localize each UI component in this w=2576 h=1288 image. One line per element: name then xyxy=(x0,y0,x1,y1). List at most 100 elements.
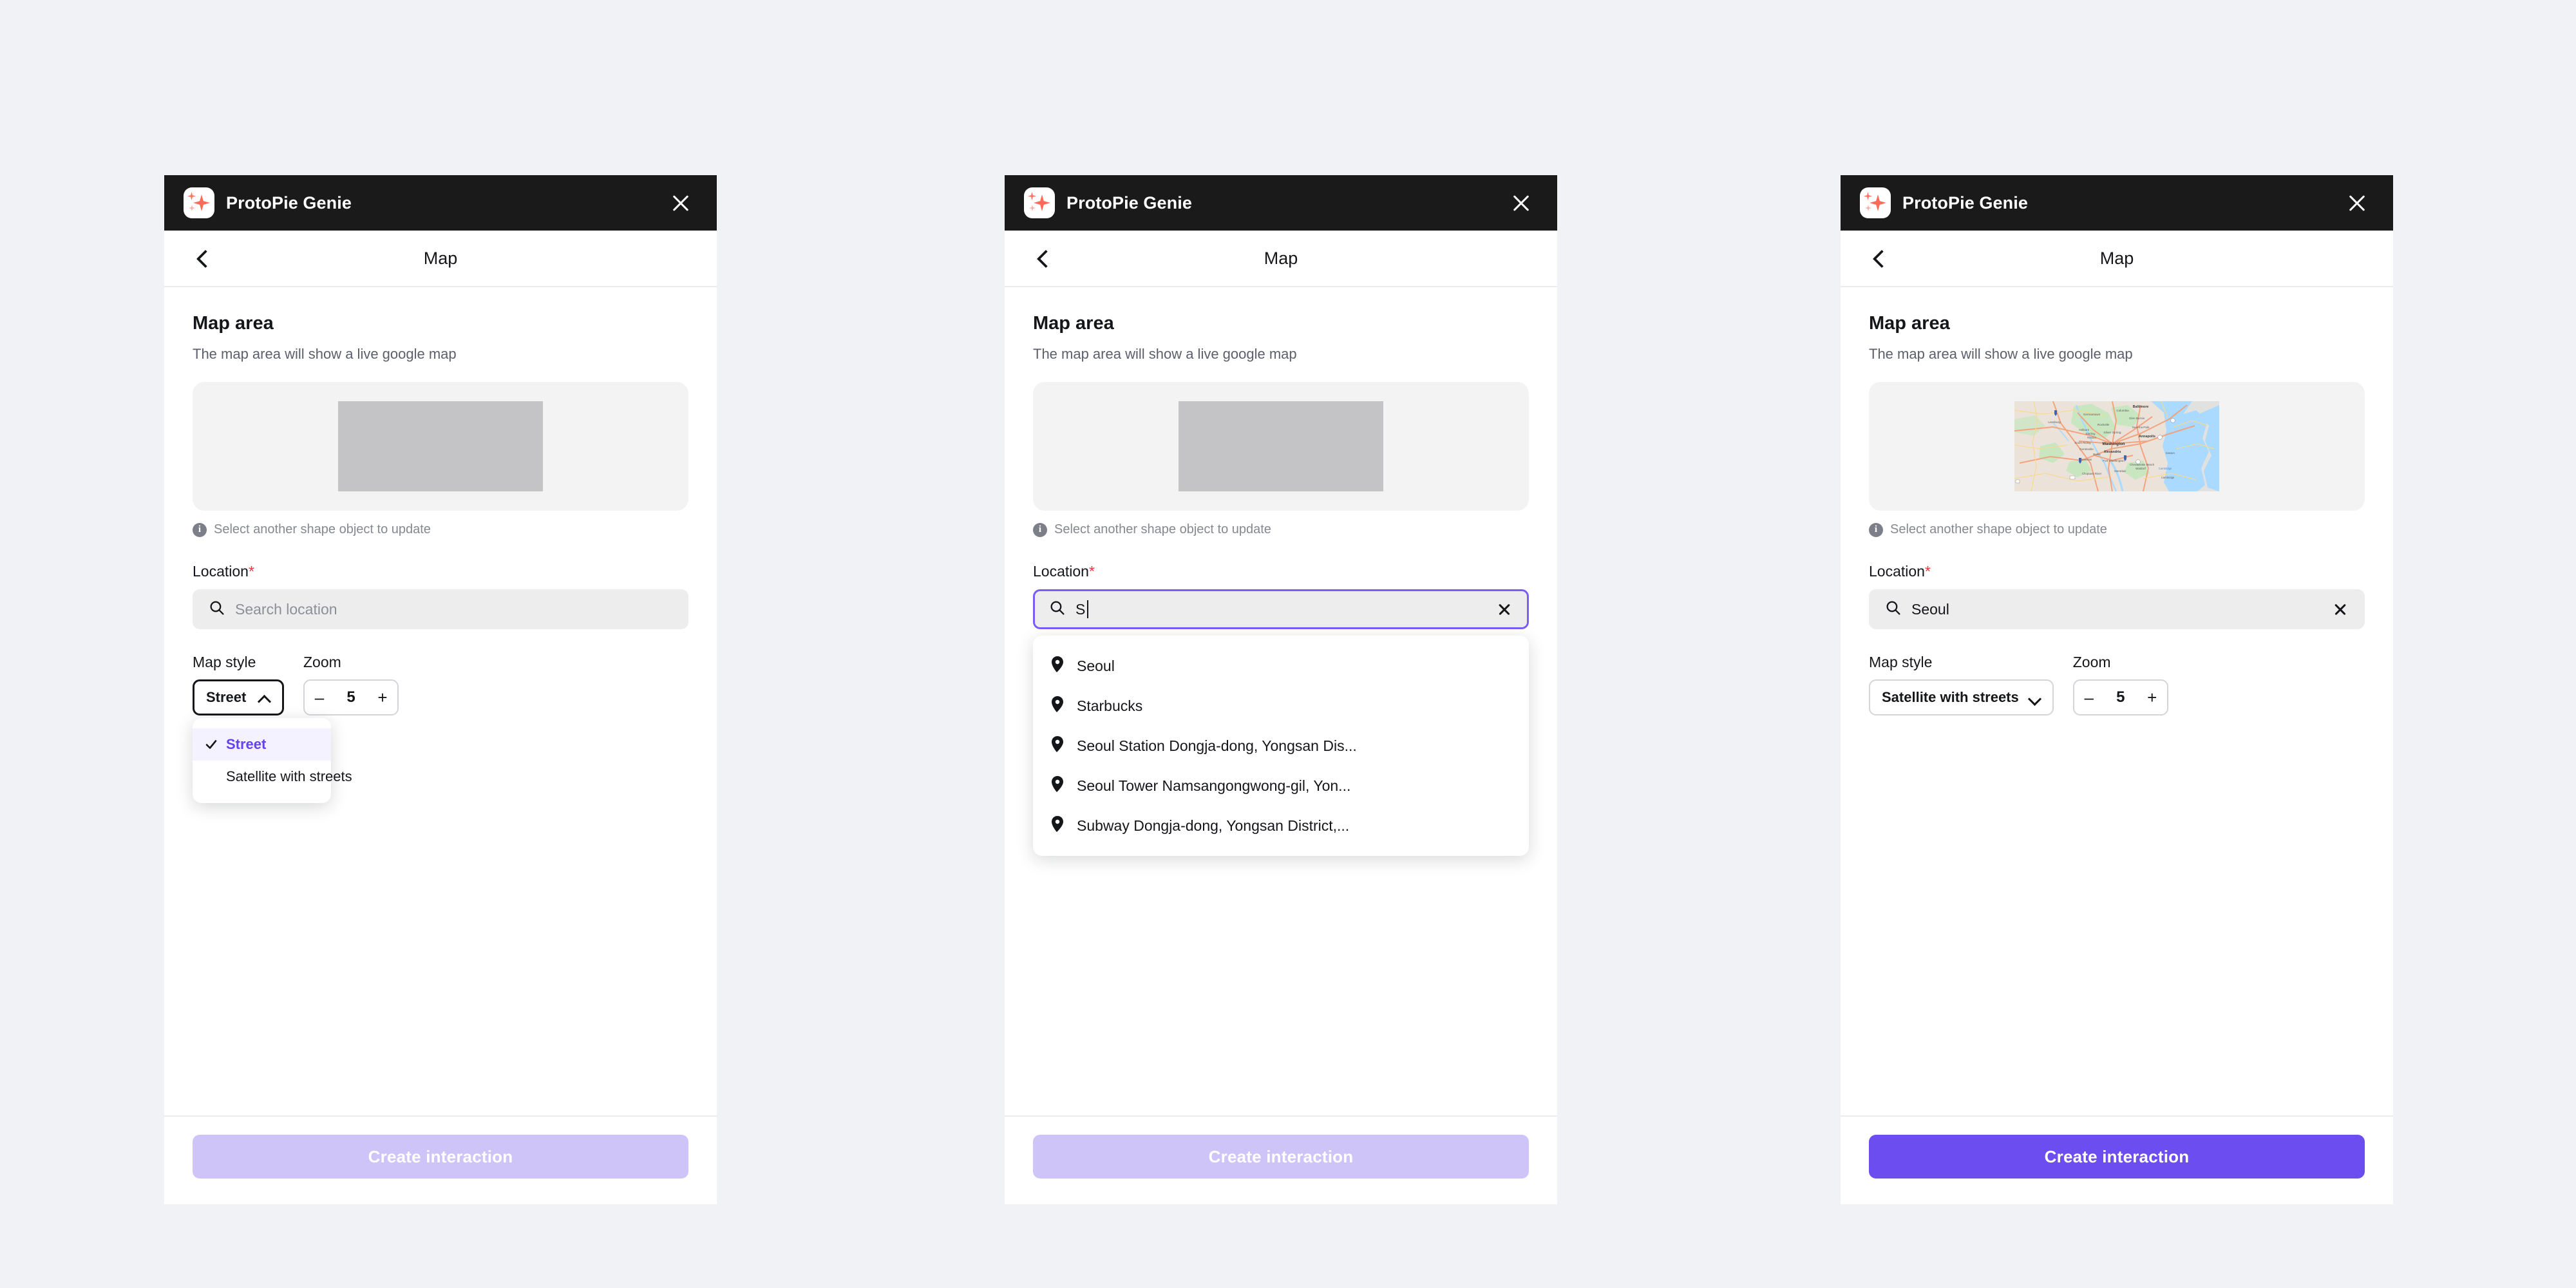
list-item[interactable]: Seoul xyxy=(1033,646,1529,686)
section-subtitle: The map area will show a live google map xyxy=(193,346,457,362)
clear-search-icon[interactable] xyxy=(1496,601,1513,618)
map-style-select[interactable]: Street xyxy=(193,679,284,715)
svg-text:Glen Burnie: Glen Burnie xyxy=(2129,417,2145,420)
zoom-decrement-button[interactable]: – xyxy=(305,689,334,706)
placeholder-rect xyxy=(1179,401,1383,491)
check-icon xyxy=(204,737,218,752)
page-title: Map xyxy=(1264,248,1298,268)
list-item[interactable]: Starbucks xyxy=(1033,686,1529,726)
panel-body: Map area The map area will show a live go… xyxy=(1841,287,2393,1115)
page-title: Map xyxy=(2099,248,2134,268)
app-brand: ProtoPie Genie xyxy=(184,187,352,218)
svg-text:Sterling: Sterling xyxy=(2086,432,2096,435)
zoom-control: Zoom – 5 + xyxy=(303,654,399,715)
section-subtitle: The map area will show a live google map xyxy=(1869,346,2133,362)
map-style-value: Street xyxy=(206,689,247,705)
list-item[interactable]: Seoul Station Dongja-dong, Yongsan Dis..… xyxy=(1033,726,1529,766)
map-style-control: Map style Street Street Satellite with st… xyxy=(193,654,352,803)
menu-item[interactable]: Satellite with streets xyxy=(193,761,352,793)
list-item[interactable]: Seoul Tower Namsangongwong-gil, Yon... xyxy=(1033,766,1529,806)
list-item[interactable]: Subway Dongja-dong, Yongsan District,... xyxy=(1033,806,1529,846)
search-value: Seoul xyxy=(1911,601,2322,618)
create-interaction-button[interactable]: Create interaction xyxy=(1033,1135,1529,1179)
panel-body: Map area The map area will show a live go… xyxy=(1005,287,1557,1115)
zoom-value: 5 xyxy=(346,688,355,706)
zoom-control: Zoom – 5 + xyxy=(2072,654,2168,715)
zoom-value: 5 xyxy=(2116,688,2125,706)
search-input[interactable]: Seoul xyxy=(1869,589,2365,629)
required-asterisk: * xyxy=(248,563,254,580)
location-search-wrap: S Seoul Starbucks Seoul Station Dongja-dong… xyxy=(1033,589,1529,856)
close-icon[interactable] xyxy=(667,189,695,217)
svg-text:Montclair: Montclair xyxy=(2114,469,2126,473)
svg-text:Cambridge: Cambridge xyxy=(2161,476,2175,479)
close-icon[interactable] xyxy=(2343,189,2371,217)
panel-location-selected: ProtoPie Genie Map Map area The map area … xyxy=(1841,175,2393,1204)
suggestion-label: Seoul Station Dongja-dong, Yongsan Dis..… xyxy=(1077,737,1357,754)
location-suggestions: Seoul Starbucks Seoul Station Dongja-dong,… xyxy=(1033,636,1529,856)
sparkle-icon xyxy=(1024,187,1055,218)
panel-body: Map area The map area will show a live go… xyxy=(164,287,717,1115)
search-text: Seoul xyxy=(1911,600,1949,618)
location-label: Location* xyxy=(1033,563,1095,580)
panel-footer: Create interaction xyxy=(1841,1115,2393,1204)
map-preview xyxy=(1033,382,1529,511)
svg-text:Severna Park: Severna Park xyxy=(2132,426,2150,429)
nav-bar: Map xyxy=(1005,231,1557,287)
svg-text:Waldorf: Waldorf xyxy=(2136,467,2146,470)
close-icon[interactable] xyxy=(1507,189,1535,217)
map-preview: Baltimore Columbia Germantown Glen Burni… xyxy=(1869,382,2365,511)
create-interaction-button[interactable]: Create interaction xyxy=(193,1135,688,1179)
svg-text:Silver Spring: Silver Spring xyxy=(2103,431,2121,435)
zoom-decrement-button[interactable]: – xyxy=(2074,689,2104,706)
panel-style-dropdown-open: ProtoPie Genie Map Map area The map area … xyxy=(164,175,717,1204)
map-pin-icon xyxy=(1051,696,1064,716)
zoom-label: Zoom xyxy=(2072,654,2111,670)
menu-item[interactable]: Street xyxy=(193,728,331,761)
zoom-increment-button[interactable]: + xyxy=(368,689,397,706)
svg-text:Leesburg: Leesburg xyxy=(2048,421,2061,424)
svg-text:Reston: Reston xyxy=(2087,436,2096,439)
update-hint: i Select another shape object to update xyxy=(1033,522,1529,537)
section-title: Map area xyxy=(1869,313,1950,334)
svg-text:Ashburn: Ashburn xyxy=(2079,428,2090,431)
svg-text:Fort Washington: Fort Washington xyxy=(2103,459,2125,462)
location-search-wrap: Search location xyxy=(193,589,688,629)
suggestion-label: Seoul Tower Namsangongwong-gil, Yon... xyxy=(1077,777,1351,794)
title-bar: ProtoPie Genie xyxy=(1005,175,1557,231)
search-input[interactable]: Search location xyxy=(193,589,688,629)
create-interaction-button[interactable]: Create interaction xyxy=(1869,1135,2365,1179)
chevron-left-icon[interactable] xyxy=(193,249,212,268)
svg-text:Chesapeake Beach: Chesapeake Beach xyxy=(2130,463,2155,466)
map-pin-icon xyxy=(1051,656,1064,676)
search-icon xyxy=(1049,600,1065,619)
chevron-left-icon[interactable] xyxy=(1869,249,1888,268)
map-preview xyxy=(193,382,688,511)
hint-text: Select another shape object to update xyxy=(1054,522,1271,536)
chevron-down-icon xyxy=(2028,694,2041,701)
location-label: Location* xyxy=(193,563,254,580)
hint-text: Select another shape object to update xyxy=(214,522,431,536)
zoom-increment-button[interactable]: + xyxy=(2137,689,2167,706)
search-value: Search location xyxy=(235,601,672,618)
search-input[interactable]: S xyxy=(1033,589,1529,629)
panel-search-typing: ProtoPie Genie Map Map area The map area … xyxy=(1005,175,1557,1204)
clear-search-icon[interactable] xyxy=(2332,601,2349,618)
section-title: Map area xyxy=(193,313,274,334)
search-icon xyxy=(1885,600,1901,619)
search-text: Search location xyxy=(235,600,337,618)
svg-text:Washington: Washington xyxy=(2102,442,2125,446)
map-style-value: Satellite with streets xyxy=(1882,689,2019,705)
map-pin-icon xyxy=(1051,815,1064,836)
nav-bar: Map xyxy=(1841,231,2393,287)
menu-item-label: Satellite with streets xyxy=(226,768,352,784)
map-pin-icon xyxy=(1051,735,1064,756)
svg-text:Easton: Easton xyxy=(2166,451,2175,455)
info-icon: i xyxy=(1033,522,1047,537)
svg-text:Annapolis: Annapolis xyxy=(2139,435,2155,439)
placeholder-rect xyxy=(338,401,543,491)
map-style-select[interactable]: Satellite with streets xyxy=(1869,679,2054,715)
search-text: S xyxy=(1075,600,1086,618)
chevron-left-icon[interactable] xyxy=(1033,249,1052,268)
hint-text: Select another shape object to update xyxy=(1890,522,2107,536)
